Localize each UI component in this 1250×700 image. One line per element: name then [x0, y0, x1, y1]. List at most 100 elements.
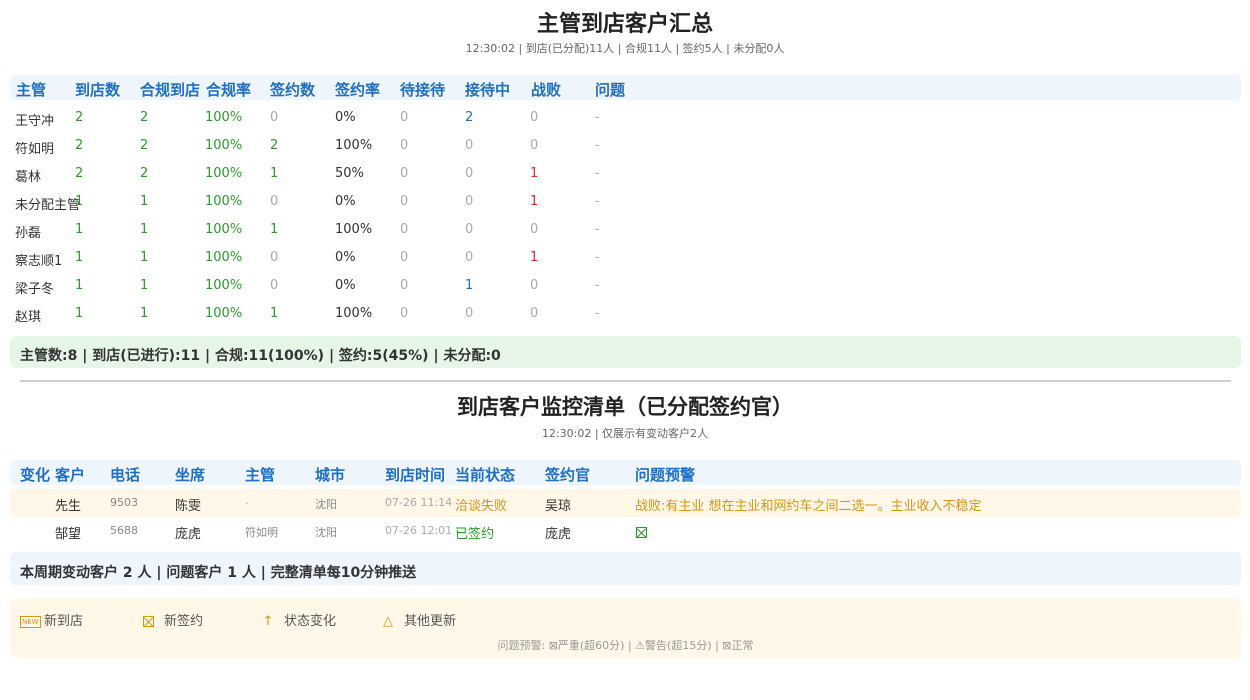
col-signed: 签约数: [270, 81, 316, 99]
col-supervisor: 主管: [16, 81, 47, 99]
compliance-rate-cell: 100%: [205, 166, 243, 181]
arrive-count-cell: 1: [75, 306, 84, 321]
city-cell: 沈阳: [315, 498, 337, 511]
summary-title: 主管到店客户汇总: [536, 12, 713, 37]
supervisor-cell: -: [245, 496, 249, 509]
col-officer: 签约官: [545, 466, 591, 484]
monitor-totals-bar: 本周期变动客户 2 人 | 问题客户 1 人 | 完整清单每10分钟推送: [10, 552, 1241, 585]
col-monitor-supervisor: 主管: [245, 466, 276, 484]
ok-icon: [636, 525, 647, 540]
summary-subtitle: 12:30:02 | 到店(已分配)11人 | 合规11人 | 签约5人 | 未…: [465, 42, 785, 55]
agent-cell: 陈雯: [175, 499, 202, 514]
compliant-count-cell: 1: [140, 222, 149, 237]
col-warning: 问题预警: [635, 466, 696, 484]
compliant-count-cell: 2: [140, 166, 149, 181]
supervisor-name-cell: 葛林: [15, 170, 42, 185]
officer-cell: 庞虎: [545, 527, 572, 542]
compliant-count-cell: 1: [140, 194, 149, 209]
lost-count-cell: 0: [530, 222, 539, 237]
customer-cell: 先生: [55, 499, 82, 514]
sign-rate-cell: 0%: [335, 110, 356, 125]
table-row[interactable]: 梁子冬 1 1 100% 0 0% 0 1 0 -: [10, 272, 1241, 300]
col-lost: 战败: [531, 81, 562, 99]
signed-count-cell: 2: [270, 138, 279, 153]
summary-table-header: 主管 到店数 合规到店 合规率 签约数 签约率 待接待 接待中 战败 问题: [10, 75, 1241, 100]
agent-cell: 庞虎: [175, 527, 202, 542]
compliant-count-cell: 1: [140, 278, 149, 293]
section-divider: [20, 380, 1231, 382]
lost-count-cell: 1: [530, 250, 539, 265]
supervisor-name-cell: 察志顺1: [15, 254, 63, 269]
sign-rate-cell: 100%: [335, 306, 373, 321]
arrive-count-cell: 1: [75, 194, 84, 209]
waiting-count-cell: 0: [400, 278, 409, 293]
col-rate: 合规率: [206, 81, 252, 99]
lost-count-cell: 0: [530, 138, 539, 153]
legend-panel: NEW 新到店 新签约 ↑ 状态变化 △ 其他更新 问题预警: ⊠严重(超60分) |…: [10, 598, 1241, 658]
monitor-title: 到店客户监控清单（已分配签约官）: [457, 395, 793, 419]
summary-totals-bar: 主管数:8 | 到店(已进行):11 | 合规:11(100%) | 签约:5(…: [10, 336, 1241, 368]
monitor-totals: 本周期变动客户 2 人 | 问题客户 1 人 | 完整清单每10分钟推送: [20, 565, 417, 581]
sign-rate-cell: 0%: [335, 278, 356, 293]
waiting-count-cell: 0: [400, 194, 409, 209]
compliant-count-cell: 2: [140, 138, 149, 153]
table-row[interactable]: 葛林 2 2 100% 1 50% 0 0 1 -: [10, 160, 1241, 188]
issue-cell: -: [595, 306, 600, 321]
table-row[interactable]: 先生 9503 陈雯 - 沈阳 07-26 11:14 洽谈失败 吴琼 战败:有…: [10, 489, 1241, 517]
serving-count-cell: 0: [465, 222, 474, 237]
sign-rate-cell: 100%: [335, 138, 373, 153]
compliance-rate-cell: 100%: [205, 250, 243, 265]
serving-count-cell: 0: [465, 194, 474, 209]
time-cell: 07-26 11:14: [385, 496, 453, 509]
waiting-count-cell: 0: [400, 222, 409, 237]
signed-count-cell: 1: [270, 306, 279, 321]
signed-count-cell: 0: [270, 110, 279, 125]
supervisor-name-cell: 孙磊: [15, 226, 42, 241]
arrive-count-cell: 1: [75, 222, 84, 237]
supervisor-name-cell: 未分配主管: [15, 198, 81, 213]
col-customer: 客户: [55, 466, 86, 484]
col-issue: 问题: [595, 81, 626, 99]
compliance-rate-cell: 100%: [205, 110, 243, 125]
serving-count-cell: 0: [465, 138, 474, 153]
issue-cell: -: [595, 110, 600, 125]
table-row[interactable]: 符如明 2 2 100% 2 100% 0 0 0 -: [10, 132, 1241, 160]
col-status: 当前状态: [455, 466, 516, 484]
compliance-rate-cell: 100%: [205, 138, 243, 153]
table-row[interactable]: 察志顺1 1 1 100% 0 0% 0 0 1 -: [10, 244, 1241, 272]
table-row[interactable]: 未分配主管 1 1 100% 0 0% 0 0 1-: [10, 188, 1241, 216]
status-cell: 已签约: [455, 527, 495, 542]
table-row[interactable]: 孙磊 1 1 100% 1 100% 0 0 0 -: [10, 216, 1241, 244]
table-row[interactable]: 王守冲 2 2 100% 0 0% 0 2 0 -: [10, 104, 1241, 132]
issue-cell: -: [595, 250, 600, 265]
col-change: 变化: [20, 466, 51, 484]
legend-other-update: △ 其他更新: [380, 610, 456, 629]
table-row[interactable]: 郜望 5688 庞虎 符如明 沈阳 07-26 12:01 已签约 庞虎: [10, 517, 1241, 545]
summary-totals: 主管数:8 | 到店(已进行):11 | 合规:11(100%) | 签约:5(…: [20, 348, 501, 364]
lost-count-cell: 1: [530, 166, 539, 181]
compliance-rate-cell: 100%: [205, 278, 243, 293]
signed-count-cell: 0: [270, 278, 279, 293]
time-cell: 07-26 12:01: [385, 524, 453, 537]
signed-count-cell: 1: [270, 222, 279, 237]
legend-new-signed: 新签约: [140, 610, 203, 629]
issue-cell: -: [595, 222, 600, 237]
legend-status-change: ↑ 状态变化: [260, 610, 336, 629]
waiting-count-cell: 0: [400, 250, 409, 265]
serving-count-cell: 1: [465, 278, 474, 293]
arrive-count-cell: 1: [75, 278, 84, 293]
issue-cell: -: [595, 166, 600, 181]
col-city: 城市: [315, 466, 346, 484]
compliance-rate-cell: 100%: [205, 222, 243, 237]
arrive-count-cell: 2: [75, 166, 84, 181]
signed-count-cell: 0: [270, 194, 279, 209]
compliant-count-cell: 1: [140, 306, 149, 321]
waiting-count-cell: 0: [400, 306, 409, 321]
officer-cell: 吴琼: [545, 499, 572, 514]
col-time: 到店时间: [385, 466, 446, 484]
customer-cell: 郜望: [55, 527, 82, 542]
table-row[interactable]: 赵琪 1 1 100% 1 100% 0 0 0 -: [10, 300, 1241, 328]
city-cell: 沈阳: [315, 526, 337, 539]
compliant-count-cell: 2: [140, 110, 149, 125]
sign-rate-cell: 100%: [335, 222, 373, 237]
